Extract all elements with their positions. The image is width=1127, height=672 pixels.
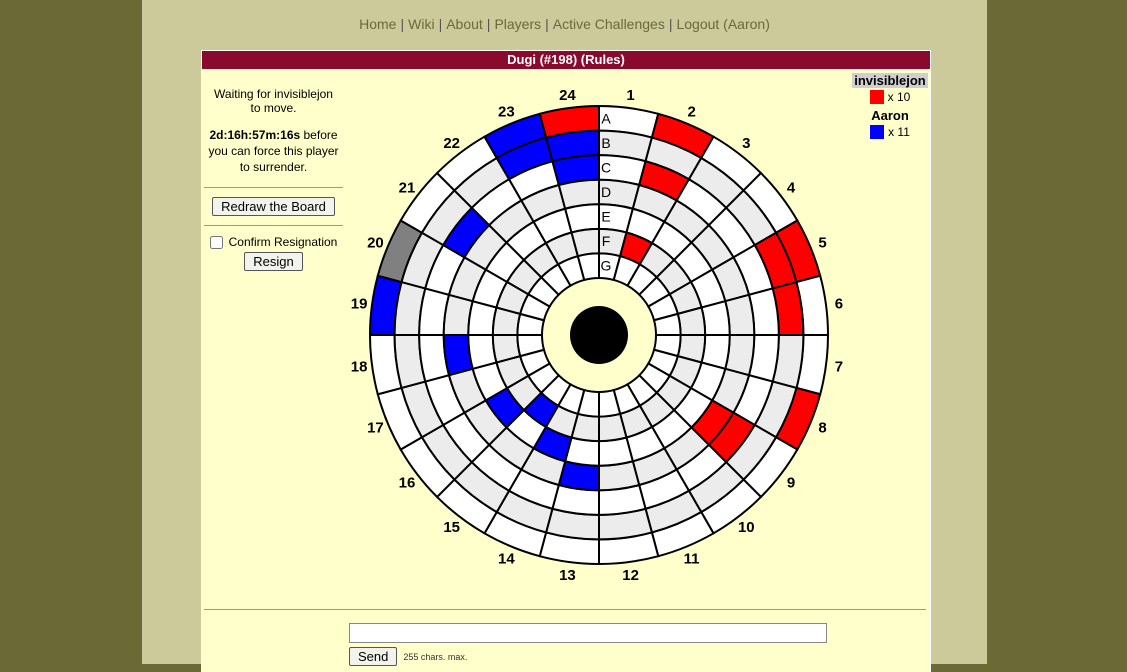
divider (204, 609, 926, 610)
sector-number-label: 10 (738, 519, 755, 536)
sector-number-label: 24 (559, 87, 576, 104)
top-nav: Home | Wiki | About | Players | Active Challenge… (142, 16, 987, 32)
resign-button[interactable]: Resign (244, 252, 303, 271)
sector-number-label: 1 (626, 87, 634, 104)
nav-separator: | (668, 16, 673, 32)
timer-value: 2d:16h:57m:16s (209, 128, 301, 142)
sector-number-label: 11 (684, 551, 700, 568)
char-limit-note: 255 chars. max. (403, 651, 468, 662)
nav-players[interactable]: Players (494, 16, 541, 32)
chat-input[interactable] (349, 623, 827, 643)
sector-number-label: 4 (787, 180, 796, 197)
confirm-resignation-checkbox[interactable] (209, 235, 223, 249)
sector-number-label: 19 (351, 295, 368, 312)
ring-letter-label: B (601, 135, 610, 151)
sector-number-label: 15 (443, 519, 460, 536)
page-container: Home | Wiki | About | Players | Active Challenge… (142, 0, 987, 672)
sector-number-label: 5 (818, 234, 826, 251)
sector-number-label: 2 (687, 103, 695, 120)
nav-about[interactable]: About (446, 16, 483, 32)
nav-logout[interactable]: Logout (Aaron) (676, 16, 769, 32)
sector-number-label: 22 (443, 135, 460, 152)
nav-separator: | (400, 16, 405, 32)
timer-message: 2d:16h:57m:16s before you can force this… (202, 115, 345, 187)
ring-letter-label: D (601, 184, 611, 200)
player-count: x 10 (887, 90, 911, 104)
game-board[interactable]: 123456789101112131415161718192021222324A… (351, 87, 843, 595)
game-title: Dugi (#198) (Rules) (202, 51, 930, 69)
sector-number-label: 23 (498, 103, 515, 120)
sector-number-label: 20 (367, 234, 384, 251)
nav-separator: | (545, 16, 549, 32)
board-center-hub (570, 306, 628, 364)
nav-separator: | (438, 16, 443, 32)
nav-home[interactable]: Home (359, 16, 396, 32)
send-button[interactable]: Send (349, 647, 398, 666)
player-count: x 11 (888, 125, 910, 139)
sector-number-label: 18 (351, 359, 368, 376)
blue-swatch (870, 125, 885, 139)
red-swatch (869, 90, 884, 104)
sector-number-label: 12 (622, 567, 639, 584)
sector-number-label: 6 (835, 295, 843, 312)
sector-number-label: 7 (835, 359, 843, 376)
player-count-row: x 11 (852, 125, 928, 139)
game-panel: Dugi (#198) (Rules) Waiting for invisibl… (201, 50, 931, 672)
sector-number-label: 17 (367, 420, 384, 437)
sector-number-label: 9 (787, 474, 795, 491)
sector-number-label: 13 (559, 567, 576, 584)
player-legend: invisiblejon x 10 Aaron x 11 (852, 73, 928, 143)
confirm-resignation-label: Confirm Resignation (228, 235, 338, 249)
ring-letter-label: E (601, 209, 610, 225)
sector-number-label: 3 (742, 135, 750, 152)
rules-link[interactable]: Rules (585, 52, 620, 67)
redraw-board-button[interactable]: Redraw the Board (212, 197, 335, 216)
nav-separator: | (486, 16, 491, 32)
sector-number-label: 8 (818, 420, 826, 437)
player-count-row: x 10 (852, 90, 928, 104)
player-name-opponent: invisiblejon (852, 73, 928, 88)
chat-send-row: Send 255 chars. max. (349, 647, 467, 666)
sector-number-label: 16 (399, 474, 416, 491)
ring-letter-label: G (601, 258, 612, 274)
game-title-close: ) (620, 52, 625, 67)
sector-number-label: 14 (498, 551, 515, 568)
sector-number-label: 21 (399, 180, 416, 197)
ring-letter-label: F (602, 233, 611, 249)
status-column: Waiting for invisiblejon to move. 2d:16h… (202, 87, 345, 274)
nav-wiki[interactable]: Wiki (408, 16, 434, 32)
player-name-self: Aaron (871, 108, 909, 123)
ring-letter-label: A (601, 110, 611, 126)
waiting-message: Waiting for invisiblejon to move. (214, 87, 333, 115)
ring-letter-label: C (601, 159, 611, 175)
nav-active-challenges[interactable]: Active Challenges (553, 16, 665, 32)
game-title-text: Dugi (#198) ( (507, 52, 586, 67)
